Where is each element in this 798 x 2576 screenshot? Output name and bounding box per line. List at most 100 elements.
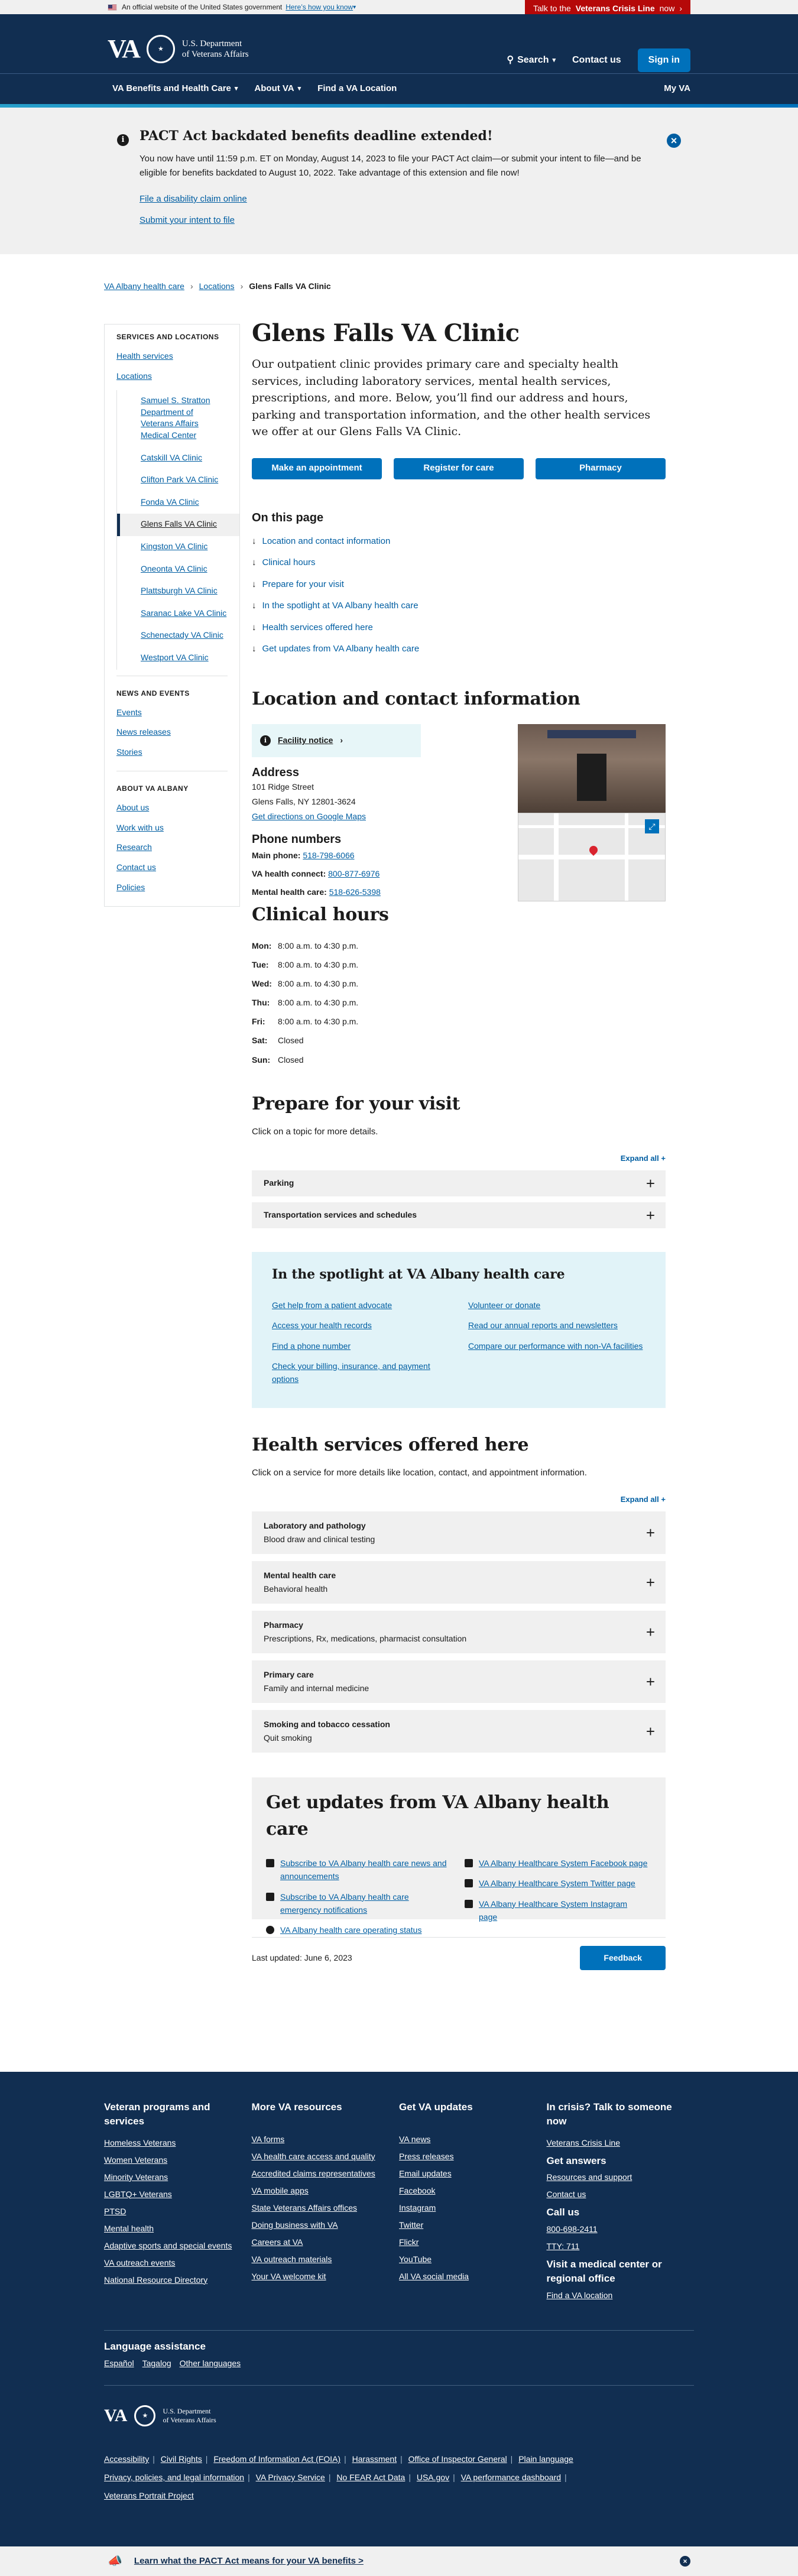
footer-link[interactable]: PTSD xyxy=(104,2205,252,2218)
close-icon[interactable]: × xyxy=(680,2556,690,2567)
toc-prepare[interactable]: ↓ Prepare for your visit xyxy=(252,578,666,592)
spotlight-link[interactable]: Volunteer or donate xyxy=(468,1299,645,1312)
nav-find-location[interactable]: Find a VA Location xyxy=(309,82,405,96)
sidebar-item-stories[interactable]: Stories xyxy=(116,747,228,758)
facility-notice[interactable]: i Facility notice › xyxy=(252,724,421,757)
footer-phone-link[interactable]: 800-698-2411 xyxy=(547,2223,695,2236)
register-button[interactable]: Register for care xyxy=(394,458,524,479)
nav-benefits[interactable]: VA Benefits and Health Care ▾ xyxy=(104,82,246,96)
accordion-transportation[interactable]: Transportation services and schedules + xyxy=(252,1202,666,1228)
sign-in-button[interactable]: Sign in xyxy=(637,48,690,72)
footer-link[interactable]: Mental health xyxy=(104,2223,252,2235)
footer-find-location-link[interactable]: Find a VA location xyxy=(547,2289,695,2302)
footer-legal-link[interactable]: Office of Inspector General xyxy=(408,2454,507,2464)
instagram-link[interactable]: VA Albany Healthcare System Instagram pa… xyxy=(479,1897,648,1924)
sidebar-item-catskill[interactable]: Catskill VA Clinic xyxy=(117,447,239,470)
my-va-link[interactable]: My VA xyxy=(664,82,690,96)
footer-legal-link[interactable]: Harassment xyxy=(352,2454,397,2464)
service-primary-care[interactable]: Primary care Family and internal medicine… xyxy=(252,1660,666,1703)
sidebar-item-plattsburgh[interactable]: Plattsburgh VA Clinic xyxy=(117,580,239,603)
sidebar-item-stratton[interactable]: Samuel S. Stratton Department of Veteran… xyxy=(117,390,239,447)
feedback-button[interactable]: Feedback xyxy=(580,1945,666,1970)
footer-link[interactable]: Minority Veterans xyxy=(104,2171,252,2184)
service-smoking[interactable]: Smoking and tobacco cessation Quit smokin… xyxy=(252,1709,666,1753)
footer-link[interactable]: Women Veterans xyxy=(104,2154,252,2166)
footer-link[interactable]: Adaptive sports and special events xyxy=(104,2240,252,2252)
footer-link[interactable]: VA forms xyxy=(252,2133,400,2146)
expand-all-button[interactable]: Expand all + xyxy=(252,1494,666,1506)
sidebar-item-research[interactable]: Research xyxy=(116,842,228,854)
footer-link[interactable]: YouTube xyxy=(399,2253,547,2266)
phone-mental-health-link[interactable]: 518-626-5398 xyxy=(329,887,381,897)
footer-legal-link[interactable]: Plain language xyxy=(518,2454,573,2464)
footer-link[interactable]: VA news xyxy=(399,2133,547,2146)
sidebar-item-fonda[interactable]: Fonda VA Clinic xyxy=(117,492,239,514)
lang-other[interactable]: Other languages xyxy=(180,2357,241,2370)
footer-legal-link[interactable]: Freedom of Information Act (FOIA) xyxy=(213,2454,340,2464)
phone-health-connect-link[interactable]: 800-877-6976 xyxy=(328,869,379,878)
breadcrumb-locations[interactable]: Locations xyxy=(199,280,235,293)
footer-legal-link[interactable]: Veterans Portrait Project xyxy=(104,2491,194,2500)
updates-status-link[interactable]: VA Albany health care operating status xyxy=(280,1923,421,1936)
breadcrumb-albany[interactable]: VA Albany health care xyxy=(104,280,184,293)
phone-main-link[interactable]: 518-798-6066 xyxy=(303,851,354,860)
va-logo[interactable]: VA ★ U.S. Department of Veterans Affairs xyxy=(108,30,249,69)
facility-notice-link[interactable]: Facility notice xyxy=(278,734,333,747)
sidebar-item-work-with-us[interactable]: Work with us xyxy=(116,822,228,834)
sidebar-item-locations[interactable]: Locations xyxy=(116,371,228,382)
spotlight-link[interactable]: Find a phone number xyxy=(272,1339,449,1352)
file-claim-link[interactable]: File a disability claim online xyxy=(140,194,247,204)
twitter-link[interactable]: VA Albany Healthcare System Twitter page xyxy=(479,1877,635,1890)
sidebar-item-saranac-lake[interactable]: Saranac Lake VA Clinic xyxy=(117,603,239,625)
footer-link[interactable]: Email updates xyxy=(399,2168,547,2180)
expand-map-icon[interactable]: ⤢ xyxy=(645,819,659,833)
expand-all-button[interactable]: Expand all + xyxy=(252,1153,666,1164)
sidebar-item-schenectady[interactable]: Schenectady VA Clinic xyxy=(117,625,239,647)
footer-tty-link[interactable]: TTY: 711 xyxy=(547,2240,695,2253)
sidebar-item-glens-falls[interactable]: Glens Falls VA Clinic xyxy=(117,514,239,536)
sidebar-item-oneonta[interactable]: Oneonta VA Clinic xyxy=(117,559,239,581)
footer-link[interactable]: Twitter xyxy=(399,2219,547,2231)
contact-us-link[interactable]: Contact us xyxy=(572,53,621,67)
footer-link[interactable]: Accredited claims representatives xyxy=(252,2168,400,2180)
footer-link[interactable]: VA mobile apps xyxy=(252,2185,400,2197)
make-appointment-button[interactable]: Make an appointment xyxy=(252,458,382,479)
footer-link[interactable]: Flickr xyxy=(399,2236,547,2249)
footer-legal-link[interactable]: No FEAR Act Data xyxy=(336,2473,405,2482)
nav-about-va[interactable]: About VA ▾ xyxy=(246,82,309,96)
footer-link[interactable]: Press releases xyxy=(399,2150,547,2163)
pact-act-link[interactable]: Learn what the PACT Act means for your V… xyxy=(134,2555,364,2568)
toc-services[interactable]: ↓ Health services offered here xyxy=(252,621,666,635)
footer-link[interactable]: Instagram xyxy=(399,2202,547,2214)
sidebar-item-westport[interactable]: Westport VA Clinic xyxy=(117,647,239,670)
sidebar-item-clifton-park[interactable]: Clifton Park VA Clinic xyxy=(117,469,239,492)
footer-link[interactable]: National Resource Directory xyxy=(104,2274,252,2286)
heres-how-you-know-link[interactable]: Here’s how you know xyxy=(286,2,353,12)
directions-link[interactable]: Get directions on Google Maps xyxy=(252,812,366,821)
lang-spanish[interactable]: Español xyxy=(104,2357,134,2370)
footer-legal-link[interactable]: Privacy, policies, and legal information xyxy=(104,2473,244,2482)
footer-link[interactable]: Doing business with VA xyxy=(252,2219,400,2231)
footer-legal-link[interactable]: Accessibility xyxy=(104,2454,149,2464)
footer-link[interactable]: All VA social media xyxy=(399,2270,547,2283)
service-pharmacy[interactable]: Pharmacy Prescriptions, Rx, medications, … xyxy=(252,1610,666,1653)
lang-tagalog[interactable]: Tagalog xyxy=(142,2357,171,2370)
sidebar-item-news[interactable]: News releases xyxy=(116,726,228,738)
sidebar-item-health[interactable]: Health services xyxy=(116,351,228,362)
spotlight-link[interactable]: Check your billing, insurance, and payme… xyxy=(272,1360,449,1386)
toc-hours[interactable]: ↓ Clinical hours xyxy=(252,556,666,570)
close-icon[interactable]: × xyxy=(667,134,681,148)
footer-link[interactable]: State Veterans Affairs offices xyxy=(252,2202,400,2214)
service-lab[interactable]: Laboratory and pathology Blood draw and c… xyxy=(252,1511,666,1554)
spotlight-link[interactable]: Compare our performance with non-VA faci… xyxy=(468,1339,645,1352)
facility-map[interactable]: ⤢ xyxy=(518,812,666,901)
footer-legal-link[interactable]: Civil Rights xyxy=(161,2454,202,2464)
intent-to-file-link[interactable]: Submit your intent to file xyxy=(140,215,235,225)
footer-legal-link[interactable]: VA performance dashboard xyxy=(461,2473,561,2482)
footer-crisis-link[interactable]: Veterans Crisis Line xyxy=(547,2137,695,2149)
footer-link[interactable]: Facebook xyxy=(399,2185,547,2197)
footer-link[interactable]: VA health care access and quality xyxy=(252,2150,400,2163)
footer-logo[interactable]: VA ★ U.S. Department of Veterans Affairs xyxy=(104,2385,694,2429)
service-mental-health[interactable]: Mental health care Behavioral health + xyxy=(252,1560,666,1604)
footer-link[interactable]: LGBTQ+ Veterans xyxy=(104,2188,252,2201)
